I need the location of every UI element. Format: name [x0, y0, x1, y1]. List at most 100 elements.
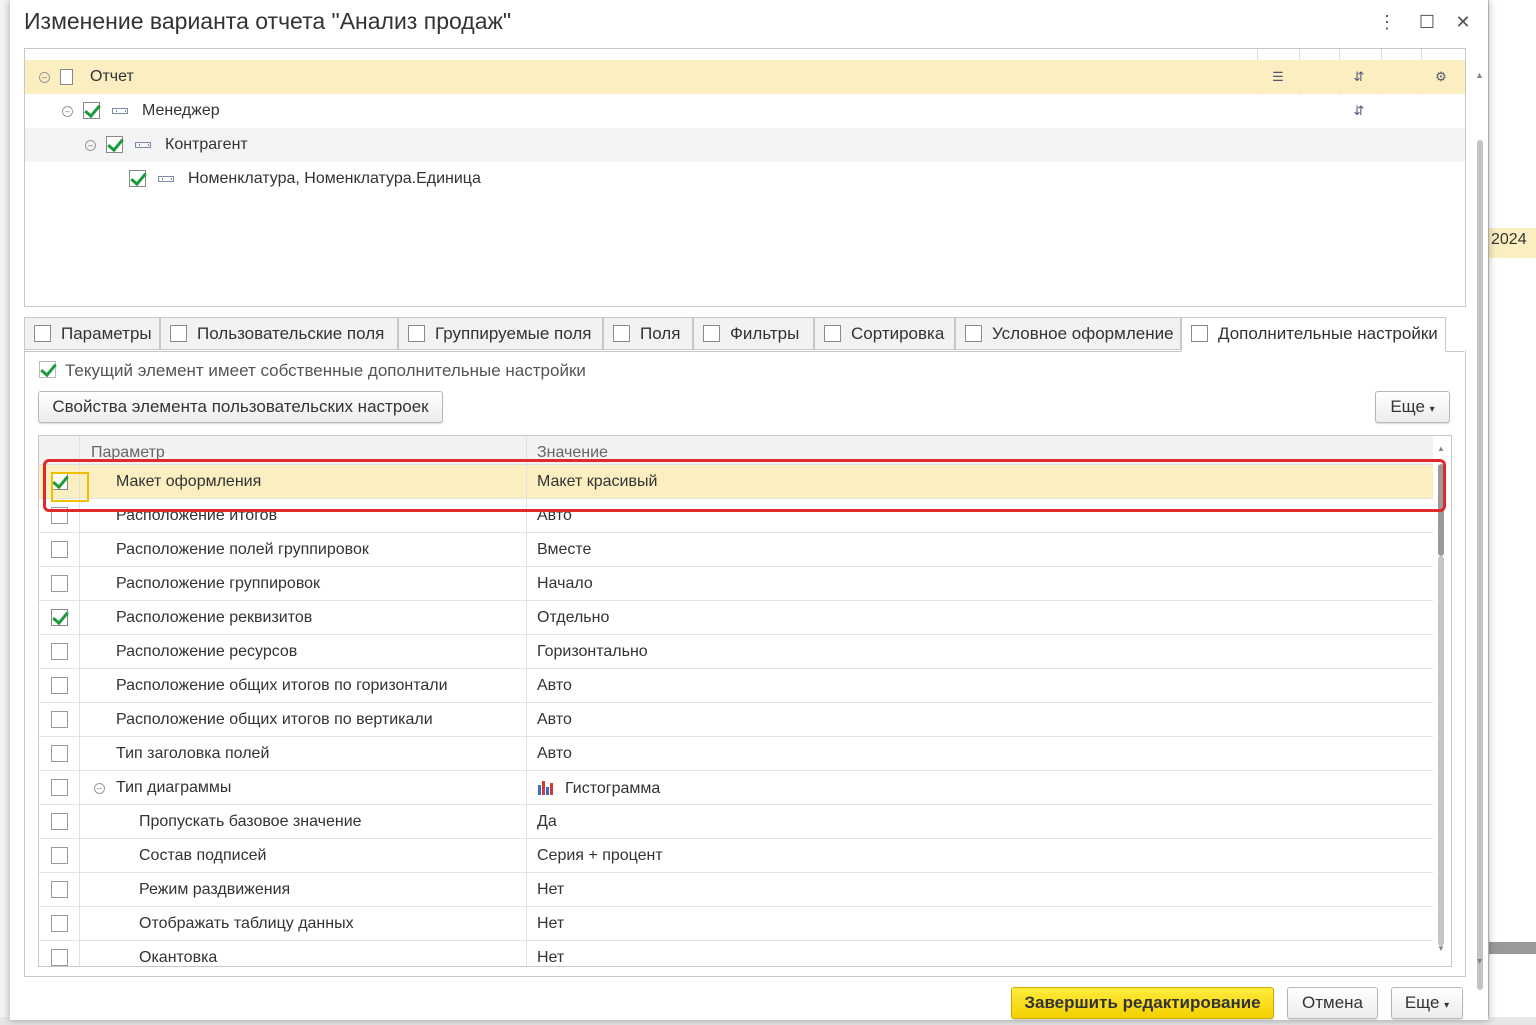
tree-row-counterparty[interactable]: – Контрагент	[25, 128, 1465, 162]
row-checkbox[interactable]	[51, 575, 68, 592]
document-icon	[60, 69, 73, 85]
row-value[interactable]: Нет	[537, 915, 564, 933]
row-checkbox[interactable]	[51, 813, 68, 830]
row-checkbox[interactable]	[51, 779, 68, 796]
row-parameter: Окантовка	[139, 949, 218, 966]
highlight-frame	[43, 459, 1446, 512]
parameters-icon	[34, 325, 51, 342]
tree-checkbox[interactable]	[106, 136, 123, 153]
tab-fields[interactable]: Поля	[603, 317, 693, 350]
dialog-title: Изменение варианта отчета "Анализ продаж…	[24, 8, 512, 34]
grouped-fields-icon	[408, 325, 425, 342]
table-row[interactable]: Расположение ресурсов Горизонтально	[39, 635, 1433, 669]
row-value[interactable]: Авто	[537, 711, 572, 729]
table-scrollbar[interactable]: ▲ ▼	[1433, 436, 1449, 966]
row-checkbox[interactable]	[51, 915, 68, 932]
row-checkbox[interactable]	[51, 881, 68, 898]
row-parameter: Режим раздвижения	[139, 881, 291, 898]
row-checkbox[interactable]	[51, 541, 68, 558]
fields-icon[interactable]: ☰	[1270, 69, 1286, 85]
row-checkbox[interactable]	[51, 949, 68, 966]
tab-filters[interactable]: Фильтры	[693, 317, 814, 350]
row-value[interactable]: Авто	[537, 745, 572, 763]
settings-icon[interactable]: ⚙	[1433, 69, 1449, 85]
conditional-format-icon	[965, 325, 982, 342]
background-left-strip	[0, 0, 10, 1025]
row-value[interactable]: Гистограмма	[537, 779, 660, 798]
collapse-icon[interactable]: –	[62, 106, 73, 117]
tree-checkbox[interactable]	[83, 102, 100, 119]
table-row[interactable]: Окантовка Нет	[39, 941, 1433, 966]
row-parameter: Пропускать базовое значение	[139, 813, 362, 830]
own-settings-label: Текущий элемент имеет собственные дополн…	[65, 361, 586, 380]
collapse-icon[interactable]: –	[85, 140, 96, 151]
chevron-down-icon: ▾	[1429, 404, 1435, 415]
row-value[interactable]: Нет	[537, 949, 564, 966]
more-menu-icon[interactable]: ⋮	[1375, 10, 1399, 34]
table-row[interactable]: Расположение общих итогов по вертикали Ав…	[39, 703, 1433, 737]
own-settings-checkbox[interactable]	[39, 361, 56, 378]
collapse-icon[interactable]: –	[39, 72, 50, 83]
tree-row-nomenclature[interactable]: Номенклатура, Номенклатура.Единица	[25, 162, 1465, 196]
row-parameter: Расположение общих итогов по горизонтали	[116, 677, 448, 694]
tab-grouped-fields[interactable]: Группируемые поля	[398, 317, 603, 350]
user-settings-properties-button[interactable]: Свойства элемента пользовательских настр…	[38, 391, 443, 423]
more-button-top[interactable]: Еще ▾	[1375, 391, 1450, 423]
tree-label: Отчет	[90, 68, 134, 85]
tab-conditional-format[interactable]: Условное оформление	[955, 317, 1181, 350]
background-right-panel: 2024	[1488, 0, 1536, 1025]
tab-parameters[interactable]: Параметры	[24, 317, 160, 350]
table-row[interactable]: Пропускать базовое значение Да	[39, 805, 1433, 839]
row-value[interactable]: Вместе	[537, 541, 591, 559]
table-row[interactable]: Режим раздвижения Нет	[39, 873, 1433, 907]
tree-label: Контрагент	[165, 136, 248, 153]
row-value[interactable]: Начало	[537, 575, 593, 593]
table-row[interactable]: Расположение полей группировок Вместе	[39, 533, 1433, 567]
row-parameter: Тип диаграммы	[116, 779, 232, 796]
row-checkbox[interactable]	[51, 847, 68, 864]
row-value[interactable]: Да	[537, 813, 557, 831]
row-parameter: Тип заголовка полей	[116, 745, 270, 762]
table-row[interactable]: Расположение группировок Начало	[39, 567, 1433, 601]
sort-icon[interactable]: ⇵	[1351, 69, 1367, 85]
collapse-icon[interactable]: –	[94, 783, 105, 794]
row-value[interactable]: Нет	[537, 881, 564, 899]
structure-tree: – Отчет ☰ ⇵ ⚙ – Менеджер ⇵ – Контрагент …	[24, 48, 1466, 307]
tree-checkbox[interactable]	[129, 170, 146, 187]
background-year: 2024	[1491, 231, 1527, 248]
settings-table: Параметр Значение Макет оформления Макет …	[38, 435, 1452, 967]
tab-sort[interactable]: Сортировка	[814, 317, 955, 350]
table-row[interactable]: Расположение общих итогов по горизонтали…	[39, 669, 1433, 703]
finish-editing-button[interactable]: Завершить редактирование	[1011, 987, 1274, 1019]
settings-tabs: Параметры Пользовательские поля Группиру…	[24, 317, 1464, 352]
maximize-icon[interactable]: ☐	[1415, 10, 1439, 34]
table-row[interactable]: Состав подписей Серия + процент	[39, 839, 1433, 873]
dialog-scrollbar[interactable]: ▲ ▼	[1473, 48, 1487, 990]
cancel-button[interactable]: Отмена	[1287, 987, 1378, 1019]
tab-user-fields[interactable]: Пользовательские поля	[160, 317, 398, 350]
row-value[interactable]: Авто	[537, 677, 572, 695]
row-checkbox[interactable]	[51, 711, 68, 728]
grouping-icon	[112, 108, 128, 114]
table-row[interactable]: Тип заголовка полей Авто	[39, 737, 1433, 771]
close-icon[interactable]: ✕	[1451, 10, 1475, 34]
row-checkbox[interactable]	[51, 643, 68, 660]
row-value[interactable]: Серия + процент	[537, 847, 663, 865]
table-row[interactable]: – Тип диаграммы Гистограмма	[39, 771, 1433, 805]
filter-icon	[703, 325, 720, 342]
more-button-bottom[interactable]: Еще ▾	[1391, 987, 1463, 1019]
tab-additional-settings[interactable]: Дополнительные настройки	[1181, 317, 1446, 352]
tree-label: Номенклатура, Номенклатура.Единица	[188, 170, 481, 187]
row-checkbox[interactable]	[51, 677, 68, 694]
row-value[interactable]: Отдельно	[537, 609, 609, 627]
row-checkbox[interactable]	[51, 745, 68, 762]
row-checkbox[interactable]	[51, 609, 68, 626]
tree-row-manager[interactable]: – Менеджер ⇵	[25, 94, 1465, 128]
fields-icon	[613, 325, 630, 342]
sort-icon[interactable]: ⇵	[1351, 103, 1367, 119]
tree-row-report[interactable]: – Отчет ☰ ⇵ ⚙	[25, 60, 1465, 94]
row-parameter: Расположение ресурсов	[116, 643, 298, 660]
row-value[interactable]: Горизонтально	[537, 643, 648, 661]
table-row[interactable]: Отображать таблицу данных Нет	[39, 907, 1433, 941]
table-row[interactable]: Расположение реквизитов Отдельно	[39, 601, 1433, 635]
